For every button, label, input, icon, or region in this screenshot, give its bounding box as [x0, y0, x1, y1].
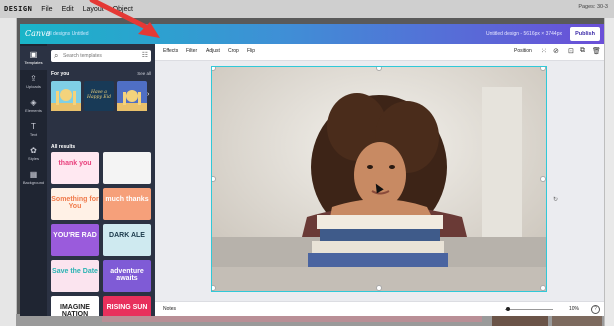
host-menu-object[interactable]: Object	[113, 6, 133, 13]
section-title-for-you: For you	[51, 71, 70, 77]
template-search: ⌕ ☷	[51, 50, 151, 62]
rail-item-elements[interactable]: ◈ Elements	[20, 94, 47, 118]
styles-icon: ✿	[30, 146, 37, 155]
transparency-icon[interactable]: ⁙	[541, 47, 547, 55]
background-icon: ▦	[29, 170, 38, 179]
side-rail: ▣ Templates ⇪ Uploads ◈ Elements T Text …	[20, 44, 47, 316]
template-tile-text: DARK ALE	[109, 232, 145, 239]
resize-handle[interactable]	[540, 176, 546, 182]
rail-label: Background	[22, 180, 45, 185]
mosque-illustration	[51, 89, 81, 111]
notes-button[interactable]: Notes	[163, 306, 176, 312]
host-menu-edit[interactable]: Edit	[62, 6, 74, 13]
crop-button[interactable]: Crop	[228, 48, 239, 54]
copy-icon[interactable]: ⧉	[580, 47, 585, 55]
rail-item-styles[interactable]: ✿ Styles	[20, 142, 47, 166]
editor-toolbar: Effects Filter Adjust Crop Flip Position…	[155, 44, 604, 61]
rail-label: Templates	[24, 60, 43, 65]
lock-icon[interactable]: ⊡	[568, 47, 574, 55]
help-icon[interactable]: ?	[591, 305, 600, 314]
canva-topbar: Canva All designs Untitled Untitled desi…	[20, 24, 604, 44]
rail-item-text[interactable]: T Text	[20, 118, 47, 142]
template-tile-text: Something for You	[51, 196, 99, 211]
template-tile-text: YOU'RE RAD	[53, 232, 97, 239]
filter-icon[interactable]: ☷	[142, 51, 148, 59]
rail-item-uploads[interactable]: ⇪ Uploads	[20, 70, 47, 94]
rail-label: Text	[29, 132, 38, 137]
search-icon: ⌕	[54, 51, 59, 60]
rail-item-background[interactable]: ▦ Background	[20, 166, 47, 190]
breadcrumb[interactable]: All designs Untitled	[46, 31, 89, 37]
canvas-area: ↻	[155, 61, 604, 301]
host-menu-file[interactable]: File	[41, 6, 52, 13]
template-tile[interactable]: thank you	[51, 152, 99, 184]
position-button[interactable]: Position	[514, 48, 532, 54]
photo-girl-with-books[interactable]	[212, 67, 546, 291]
template-tile[interactable]: DARK ALE	[103, 224, 151, 256]
adjust-button[interactable]: Adjust	[206, 48, 220, 54]
host-brand: DESIGN	[4, 5, 33, 13]
template-tile-text: much thanks	[105, 196, 149, 203]
publish-button[interactable]: Publish	[570, 27, 600, 41]
templates-panel: ⌕ ☷ For you See all Have aHappy Eid › Al…	[47, 44, 155, 316]
for-you-card[interactable]: Have a Happy Eid	[84, 81, 114, 111]
host-left-toolbar	[0, 18, 17, 326]
host-pages-text: Pages: 30-3	[578, 4, 608, 10]
document-title[interactable]: Untitled design - 5616px × 3744px	[486, 31, 562, 37]
host-menubar: DESIGN File Edit Layout Object Pages: 30…	[0, 0, 614, 18]
template-tile-text: RISING SUN	[106, 304, 148, 311]
link-icon[interactable]: ⊘	[553, 47, 559, 55]
zoom-slider-track[interactable]	[505, 309, 553, 310]
zoom-level[interactable]: 10%	[569, 306, 579, 312]
templates-icon: ▣	[29, 50, 38, 59]
template-tile[interactable]: much thanks	[103, 188, 151, 220]
for-you-card[interactable]	[51, 81, 81, 111]
upload-icon: ⇪	[30, 74, 37, 83]
zoom-slider-knob[interactable]	[506, 307, 510, 311]
template-tile[interactable]	[103, 152, 151, 184]
template-tile-text: thank you	[58, 160, 92, 167]
rail-label: Styles	[28, 156, 39, 161]
editor-footer: Notes 10% ?	[155, 301, 604, 316]
template-tile[interactable]: YOU'RE RAD	[51, 224, 99, 256]
for-you-card[interactable]	[117, 81, 147, 111]
rail-label: Uploads	[26, 84, 41, 89]
canva-window: Canva All designs Untitled Untitled desi…	[20, 24, 604, 316]
text-icon: T	[31, 122, 36, 131]
template-tile[interactable]: Something for You	[51, 188, 99, 220]
effects-button[interactable]: Effects	[163, 48, 178, 54]
host-right-toolbar	[604, 18, 614, 326]
trash-icon[interactable]: 🗑	[592, 47, 601, 55]
rail-label: Elements	[25, 108, 42, 113]
template-tile[interactable]: adventure awaits	[103, 260, 151, 292]
rotate-icon[interactable]: ↻	[553, 196, 558, 203]
template-tile[interactable]: Save the Date	[51, 260, 99, 292]
design-page[interactable]	[211, 66, 547, 292]
rail-item-templates[interactable]: ▣ Templates	[20, 46, 47, 70]
host-thumbnail[interactable]	[552, 315, 602, 326]
resize-handle[interactable]	[376, 285, 382, 291]
host-thumbnail[interactable]	[492, 315, 548, 326]
section-title-all-results: All results	[51, 144, 76, 150]
template-tile-text: Save the Date	[52, 268, 98, 275]
host-menu-layout[interactable]: Layout	[83, 6, 104, 13]
resize-handle[interactable]	[540, 285, 546, 291]
host-bottom-bar	[102, 316, 482, 322]
template-tile[interactable]: IMAGINE NATION	[51, 296, 99, 316]
filter-button[interactable]: Filter	[186, 48, 197, 54]
see-all-link[interactable]: See all	[137, 71, 151, 76]
template-tile-text: IMAGINE NATION	[60, 304, 90, 316]
template-tile[interactable]: RISING SUN	[103, 296, 151, 316]
search-input[interactable]	[63, 51, 137, 61]
mosque-illustration	[117, 90, 147, 111]
elements-icon: ◈	[30, 98, 37, 107]
template-tile-text: adventure awaits	[110, 268, 144, 283]
carousel-next-icon[interactable]: ›	[147, 91, 149, 98]
flip-button[interactable]: Flip	[247, 48, 255, 54]
